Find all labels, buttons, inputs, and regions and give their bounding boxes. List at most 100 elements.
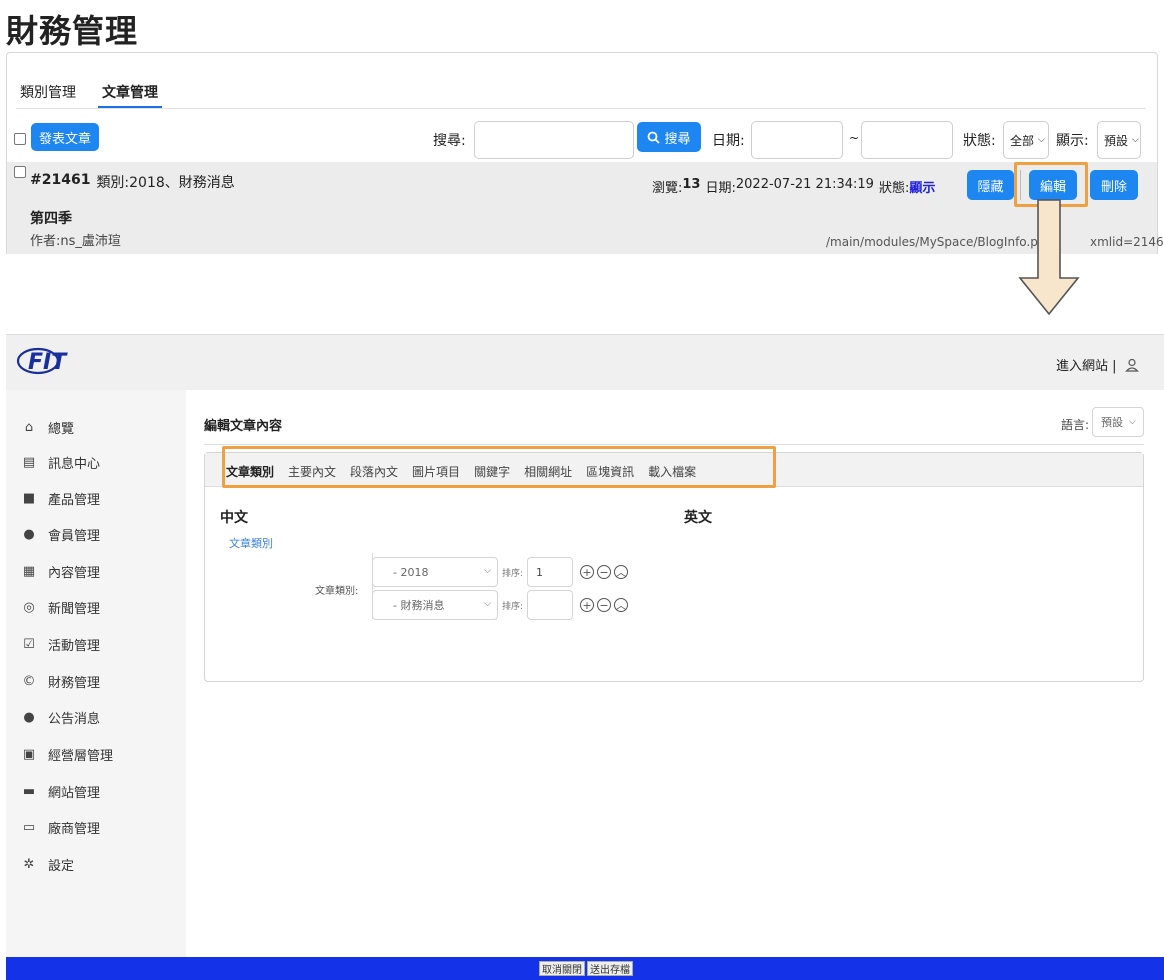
category-label: 文章類別:	[315, 586, 359, 597]
row-checkbox[interactable]	[14, 166, 26, 178]
display-select-value: 預設	[1104, 133, 1129, 148]
category-select-2[interactable]: - 財務消息 ⌵	[372, 590, 498, 620]
display-select[interactable]: 預設 ⌵	[1097, 121, 1141, 159]
sidebar-item-label: 公告消息	[48, 712, 101, 727]
date-separator: ~	[849, 131, 860, 145]
date-end-input[interactable]	[861, 121, 953, 159]
language-select-value: 預設	[1101, 416, 1123, 429]
select-all-checkbox[interactable]	[14, 133, 26, 145]
post-category: 類別:2018、財務消息	[96, 175, 235, 191]
sort-input-1[interactable]: 1	[527, 557, 573, 587]
post-date-label: 日期:	[705, 181, 736, 196]
chevron-down-icon: ⌵	[484, 599, 491, 609]
sidebar-item-label: 內容管理	[48, 566, 101, 581]
tabs-divider	[16, 108, 1146, 109]
tab-article-management[interactable]: 文章管理	[98, 82, 162, 108]
sidebar-item-messages[interactable]: ▤ 訊息中心	[22, 453, 100, 472]
category-select-1[interactable]: - 2018 ⌵	[372, 557, 498, 587]
post-status: 顯示	[909, 181, 936, 196]
chevron-down-icon: ⌵	[1132, 135, 1139, 145]
title-divider	[204, 444, 1144, 445]
enter-site-link[interactable]: 進入網站 |	[1056, 355, 1117, 374]
briefcase-icon: ■	[22, 491, 36, 506]
sidebar: ⌂ 總覽 ▤ 訊息中心 ■ 產品管理 ● 會員管理 ▦ 內容管理 ◎ 新聞管理 ☑ 活動管理 …	[6, 390, 186, 957]
sidebar-item-finance[interactable]: © 財務管理	[22, 672, 101, 691]
category-select-value: - 財務消息	[393, 599, 445, 612]
sidebar-item-members[interactable]: ● 會員管理	[22, 525, 100, 544]
cancel-close-button[interactable]: 取消關閉	[539, 961, 585, 976]
admin-header	[6, 334, 1164, 390]
chevron-down-icon: ⌵	[1129, 417, 1136, 427]
fit-logo[interactable]: FIT	[16, 346, 72, 376]
sort-label: 排序:	[502, 602, 524, 612]
sidebar-item-label: 經營層管理	[48, 749, 114, 764]
sidebar-item-settings[interactable]: ✲ 設定	[22, 855, 74, 874]
post-url-left[interactable]: /main/modules/MySpace/BlogInfo.p	[826, 235, 1038, 249]
row-2-controls: + − ︿	[580, 598, 628, 612]
sidebar-item-events[interactable]: ☑ 活動管理	[22, 635, 100, 654]
date-start-input[interactable]	[751, 121, 843, 159]
sidebar-item-label: 廠商管理	[48, 822, 101, 837]
sidebar-item-management[interactable]: ▣ 經營層管理	[22, 745, 113, 764]
date-label: 日期:	[712, 133, 745, 149]
down-arrow-icon	[1018, 199, 1080, 316]
column-english: 英文	[684, 510, 712, 526]
post-date: 2022-07-21 21:34:19	[735, 177, 874, 192]
sidebar-item-content[interactable]: ▦ 內容管理	[22, 562, 100, 581]
footer-actions: 取消關閉 送出存檔	[539, 961, 633, 976]
search-input[interactable]	[474, 121, 634, 159]
post-status-label: 狀態:	[878, 181, 910, 196]
sidebar-item-products[interactable]: ■ 產品管理	[22, 489, 100, 508]
home-icon: ⌂	[24, 420, 34, 435]
status-select[interactable]: 全部 ⌵	[1003, 121, 1049, 159]
sidebar-item-label: 會員管理	[48, 529, 101, 544]
user-icon[interactable]	[1124, 358, 1139, 372]
publish-article-button[interactable]: 發表文章	[31, 123, 99, 151]
chevron-down-icon: ⌵	[484, 566, 491, 576]
info-icon: ●	[23, 710, 35, 725]
submit-save-button[interactable]: 送出存檔	[587, 961, 633, 976]
top-tabs: 類別管理 文章管理	[16, 82, 162, 108]
sidebar-item-website[interactable]: ▬ 網站管理	[22, 782, 100, 801]
column-chinese: 中文	[220, 510, 248, 526]
sidebar-item-label: 總覽	[48, 422, 75, 437]
copyright-icon: ©	[22, 674, 36, 689]
language-label: 語言:	[1061, 418, 1090, 432]
gear-icon: ✲	[23, 857, 35, 872]
search-label: 搜尋:	[433, 133, 466, 149]
post-url-right[interactable]: xmlid=21461	[1090, 235, 1164, 249]
store-icon: ▬	[22, 784, 36, 799]
sidebar-item-label: 訊息中心	[48, 457, 101, 472]
remove-circle-icon[interactable]: −	[597, 565, 611, 579]
search-button[interactable]: 搜尋	[637, 122, 701, 152]
sidebar-item-vendors[interactable]: ▭ 廠商管理	[22, 818, 100, 837]
globe-icon: ◎	[23, 600, 35, 615]
search-icon	[648, 131, 661, 144]
views-count: 13	[682, 177, 701, 192]
add-circle-icon[interactable]: +	[580, 598, 594, 612]
sidebar-item-announcements[interactable]: ● 公告消息	[22, 708, 100, 727]
edit-button[interactable]: 編輯	[1029, 170, 1077, 200]
remove-circle-icon[interactable]: −	[597, 598, 611, 612]
post-id: #21461	[30, 172, 91, 188]
tab-category-management[interactable]: 類別管理	[16, 82, 80, 108]
chevron-down-icon: ⌵	[1038, 135, 1045, 145]
row-1-controls: + − ︿	[580, 565, 628, 579]
sidebar-item-overview[interactable]: ⌂ 總覽	[22, 418, 74, 437]
sort-input-2[interactable]	[527, 590, 573, 620]
add-circle-icon[interactable]: +	[580, 565, 594, 579]
hide-button[interactable]: 隱藏	[967, 170, 1014, 200]
section-article-category-link[interactable]: 文章類別	[229, 535, 273, 551]
sidebar-item-news[interactable]: ◎ 新聞管理	[22, 598, 100, 617]
chevron-up-circle-icon[interactable]: ︿	[614, 598, 628, 612]
status-label: 狀態:	[963, 133, 996, 149]
sidebar-item-label: 產品管理	[48, 493, 101, 508]
message-icon: ▤	[22, 455, 36, 470]
member-icon: ●	[23, 527, 35, 542]
language-select[interactable]: 預設 ⌵	[1092, 407, 1144, 437]
enter-site[interactable]: 進入網站 |	[1056, 355, 1139, 374]
document-icon: ▦	[22, 564, 36, 579]
category-select-value: - 2018	[393, 565, 429, 579]
chevron-up-circle-icon[interactable]: ︿	[614, 565, 628, 579]
delete-button[interactable]: 刪除	[1090, 170, 1138, 200]
